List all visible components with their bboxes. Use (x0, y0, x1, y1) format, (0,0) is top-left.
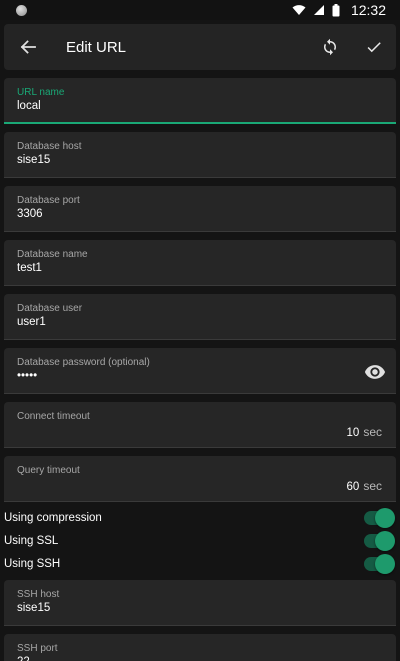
connect-timeout-value[interactable]: 10 sec (347, 425, 382, 439)
status-icons: 12:32 (292, 2, 390, 18)
connect-timeout-unit: sec (363, 425, 382, 439)
ssh-host-field[interactable]: SSH host sise15 (4, 580, 396, 626)
screen: 12:32 Edit URL URL name local Database h… (0, 0, 400, 661)
ssl-toggle[interactable] (364, 531, 395, 551)
battery-icon (332, 3, 340, 16)
db-host-label: Database host (17, 141, 82, 152)
ssh-row[interactable]: Using SSH (4, 553, 396, 575)
toggle-knob (375, 531, 395, 551)
db-name-input[interactable]: test1 (17, 262, 42, 274)
query-timeout-label: Query timeout (17, 465, 80, 476)
query-timeout-unit: sec (363, 479, 382, 493)
ssh-port-label: SSH port (17, 643, 58, 654)
compression-label: Using compression (4, 512, 102, 524)
ssl-row[interactable]: Using SSL (4, 530, 396, 552)
url-name-label: URL name (17, 87, 65, 98)
query-timeout-field[interactable]: Query timeout 60 sec (4, 456, 396, 502)
connect-timeout-input[interactable]: 10 (347, 427, 360, 439)
toolbar: Edit URL (4, 24, 396, 70)
status-time: 12:32 (350, 2, 386, 18)
db-name-field[interactable]: Database name test1 (4, 240, 396, 286)
save-button[interactable] (352, 24, 396, 70)
visibility-icon[interactable] (364, 361, 386, 383)
url-name-field[interactable]: URL name local (4, 78, 396, 124)
db-password-field[interactable]: Database password (optional) ••••• (4, 348, 396, 394)
arrow-back-icon (20, 40, 36, 54)
connect-timeout-field[interactable]: Connect timeout 10 sec (4, 402, 396, 448)
toggle-knob (375, 554, 395, 574)
signal-icon (313, 5, 324, 15)
ssh-port-field[interactable]: SSH port 22 (4, 634, 396, 661)
compression-toggle[interactable] (364, 508, 395, 528)
status-bar: 12:32 (0, 0, 400, 20)
db-user-field[interactable]: Database user user1 (4, 294, 396, 340)
compression-row[interactable]: Using compression (4, 507, 396, 529)
db-user-input[interactable]: user1 (17, 316, 46, 328)
ssh-port-input[interactable]: 22 (17, 656, 30, 661)
refresh-button[interactable] (308, 24, 352, 70)
connect-timeout-label: Connect timeout (17, 411, 90, 422)
notification-dot-icon (16, 4, 27, 16)
query-timeout-input[interactable]: 60 (347, 481, 360, 493)
check-icon (367, 42, 381, 53)
wifi-icon (292, 5, 306, 15)
toggle-knob (375, 508, 395, 528)
db-name-label: Database name (17, 249, 88, 260)
back-button[interactable] (6, 24, 50, 70)
db-port-label: Database port (17, 195, 80, 206)
ssh-label: Using SSH (4, 558, 61, 570)
db-host-input[interactable]: sise15 (17, 154, 50, 166)
db-password-input[interactable]: ••••• (17, 370, 37, 382)
db-user-label: Database user (17, 303, 83, 314)
db-port-field[interactable]: Database port 3306 (4, 186, 396, 232)
query-timeout-value[interactable]: 60 sec (347, 479, 382, 493)
db-password-label: Database password (optional) (17, 357, 150, 368)
db-host-field[interactable]: Database host sise15 (4, 132, 396, 178)
ssl-label: Using SSL (4, 535, 59, 547)
sync-icon (324, 38, 336, 56)
page-title: Edit URL (66, 38, 127, 56)
url-name-input[interactable]: local (17, 100, 41, 112)
ssh-host-input[interactable]: sise15 (17, 602, 50, 614)
db-port-input[interactable]: 3306 (17, 208, 43, 220)
ssh-host-label: SSH host (17, 589, 60, 600)
ssh-toggle[interactable] (364, 554, 395, 574)
